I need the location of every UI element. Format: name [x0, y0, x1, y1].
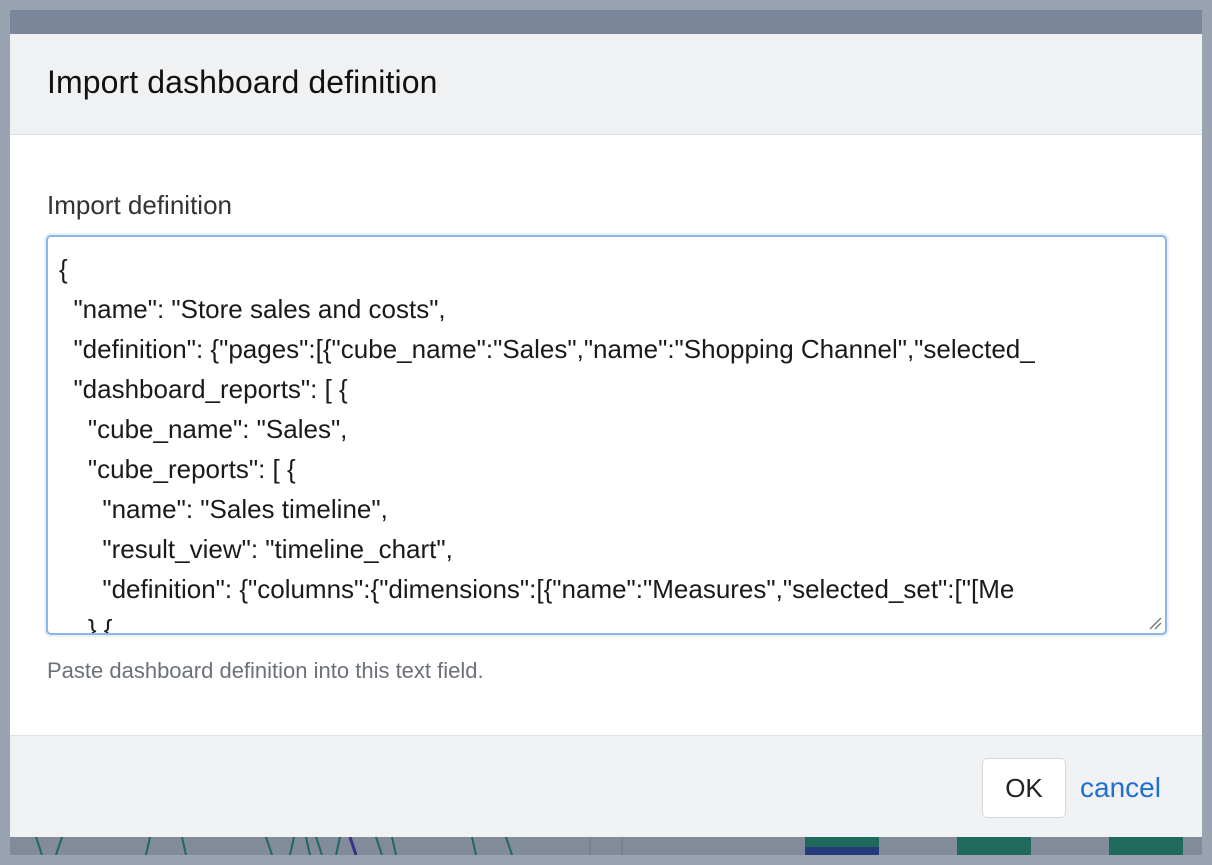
resize-handle-icon[interactable] — [1148, 616, 1162, 630]
import-definition-label: Import definition — [47, 190, 232, 220]
dialog-footer: OK cancel — [10, 735, 1202, 837]
import-definition-textarea[interactable]: { "name": "Store sales and costs", "defi… — [46, 235, 1167, 635]
help-text: Paste dashboard definition into this tex… — [47, 658, 484, 683]
dialog-header: Import dashboard definition — [10, 34, 1202, 135]
textarea-content[interactable]: { "name": "Store sales and costs", "defi… — [59, 249, 1035, 633]
backdrop-top — [10, 10, 1202, 34]
backdrop-bottom — [10, 837, 1202, 855]
import-dashboard-dialog: Import dashboard definition Import defin… — [10, 34, 1202, 837]
ok-button[interactable]: OK — [982, 758, 1066, 818]
dialog-title: Import dashboard definition — [47, 64, 438, 100]
cancel-link[interactable]: cancel — [1080, 772, 1161, 804]
